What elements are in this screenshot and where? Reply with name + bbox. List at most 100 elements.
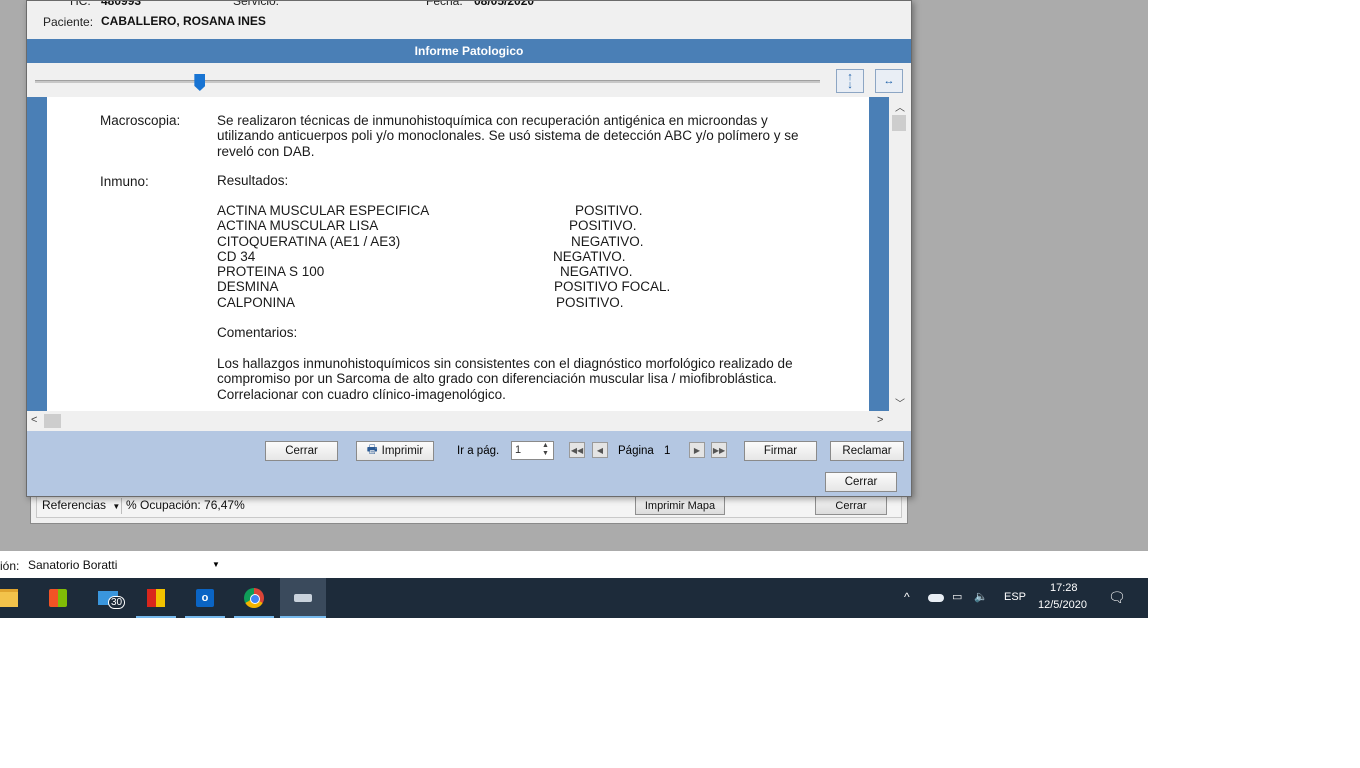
resultados-label: Resultados:: [217, 173, 289, 188]
horizontal-scroll-thumb[interactable]: [44, 414, 61, 428]
imprimir-button[interactable]: 🖶 Imprimir: [356, 441, 434, 461]
clock-date[interactable]: 12/5/2020: [1038, 599, 1087, 611]
comentarios-label: Comentarios:: [217, 325, 298, 340]
store-button[interactable]: [38, 578, 78, 618]
previous-page-button[interactable]: ◀: [592, 442, 608, 458]
fecha-label: Fecha:: [426, 0, 463, 8]
result-value: POSITIVO.: [575, 203, 643, 218]
fecha-value: 08/05/2020: [474, 0, 535, 8]
informe-patologico-dialog: HC: 480993 Servicio: Fecha: 08/05/2020 P…: [26, 0, 912, 497]
referencias-label: Referencias: [42, 498, 107, 512]
vertical-scrollbar[interactable]: ︿ ﹀: [889, 97, 911, 411]
active-app-button[interactable]: [280, 578, 326, 618]
page-number-stepper[interactable]: 1 ▲ ▼: [511, 441, 554, 460]
outlook-icon: o: [196, 589, 214, 607]
file-explorer-button[interactable]: [0, 578, 28, 618]
zoom-slider-thumb[interactable]: [194, 74, 206, 91]
comentarios-text: Los hallazgos inmunohistoquímicos sin co…: [217, 356, 793, 402]
onedrive-icon[interactable]: [928, 594, 944, 602]
inmuno-label: Inmuno:: [100, 174, 149, 189]
dialog-title: Informe Patologico: [414, 44, 524, 58]
first-page-icon: ◀◀: [570, 445, 584, 455]
dropdown-arrow-icon: ▼: [112, 502, 121, 511]
last-page-icon: ▶▶: [712, 445, 726, 455]
show-hidden-icons-icon[interactable]: ^: [904, 590, 910, 604]
app-icon: [147, 589, 165, 607]
hc-label: HC:: [70, 0, 91, 8]
cerrar-button[interactable]: Cerrar: [265, 441, 338, 461]
stepper-arrows-icon[interactable]: ▲ ▼: [542, 442, 549, 458]
result-marker: DESMINA: [217, 279, 279, 294]
vertical-scroll-thumb[interactable]: [892, 115, 906, 131]
location-value: Sanatorio Boratti: [28, 558, 118, 572]
store-icon: [49, 589, 67, 607]
fit-width-button[interactable]: ↔: [875, 69, 903, 93]
app-button[interactable]: [136, 578, 176, 618]
previous-page-icon: ◀: [596, 445, 604, 455]
fit-height-icon: ↑ ↓: [847, 71, 853, 91]
imprimir-label: Imprimir: [381, 445, 424, 457]
background-cerrar-button[interactable]: Cerrar: [815, 496, 887, 515]
firmar-button[interactable]: Firmar: [744, 441, 817, 461]
paciente-value: CABALLERO, ROSANA INES: [101, 14, 266, 28]
notifications-icon[interactable]: 🗨: [1108, 589, 1126, 606]
result-value: NEGATIVO.: [553, 249, 626, 264]
result-marker: CALPONINA: [217, 295, 296, 310]
last-page-button[interactable]: ▶▶: [711, 442, 727, 458]
macroscopia-label: Macroscopia:: [100, 113, 181, 128]
result-value: POSITIVO.: [569, 218, 637, 233]
outlook-button[interactable]: o: [185, 578, 225, 618]
active-app-icon: [294, 594, 312, 602]
location-label: ión:: [0, 559, 20, 573]
result-value: NEGATIVO.: [571, 234, 644, 249]
referencias-dropdown[interactable]: Referencias ▼: [42, 498, 120, 512]
dialog-action-bar: Cerrar 🖶 Imprimir Ir a pág. 1 ▲ ▼ ◀◀ ◀ Pá…: [27, 431, 911, 496]
clock-time[interactable]: 17:28: [1050, 582, 1078, 594]
ocupacion-text: % Ocupación: 76,47%: [126, 498, 245, 512]
taskbar: 30 o ^ ▭ 🔈 ESP 17:28 12/5/2020 🗨: [0, 578, 1148, 618]
location-select[interactable]: Sanatorio Boratti ▼: [24, 556, 224, 574]
dropdown-arrow-icon: ▼: [212, 560, 220, 569]
document-viewer: Macroscopia: Se realizaron técnicas de i…: [27, 97, 911, 411]
paciente-label: Paciente:: [43, 15, 94, 29]
fit-width-icon: ↔: [883, 75, 895, 87]
fit-height-button[interactable]: ↑ ↓: [836, 69, 864, 93]
report-page: Macroscopia: Se realizaron técnicas de i…: [47, 97, 869, 411]
mail-badge: 30: [108, 596, 126, 609]
chrome-button[interactable]: [234, 578, 274, 618]
result-marker: ACTINA MUSCULAR ESPECIFICA: [217, 203, 430, 218]
running-indicator: [185, 616, 225, 618]
ir-a-pag-label: Ir a pág.: [457, 445, 500, 457]
result-value: POSITIVO FOCAL.: [554, 279, 671, 294]
mail-button[interactable]: 30: [88, 578, 128, 618]
desktop-area: Referencias ▼ % Ocupación: 76,47% Imprim…: [0, 0, 1148, 618]
result-marker: CD 34: [217, 249, 256, 264]
result-marker: PROTEINA S 100: [217, 264, 325, 279]
scroll-left-icon[interactable]: <: [31, 414, 37, 426]
cerrar-dialog-button[interactable]: Cerrar: [825, 472, 897, 492]
page-number-input[interactable]: 1: [515, 444, 521, 456]
first-page-button[interactable]: ◀◀: [569, 442, 585, 458]
servicio-label: Servicio:: [233, 0, 280, 8]
scroll-right-icon[interactable]: >: [877, 414, 883, 426]
printer-icon: 🖶: [366, 443, 378, 456]
language-indicator[interactable]: ESP: [1004, 591, 1026, 603]
horizontal-scrollbar[interactable]: < >: [27, 411, 889, 431]
imprimir-mapa-button[interactable]: Imprimir Mapa: [635, 496, 725, 515]
file-explorer-icon: [0, 589, 18, 607]
result-value: POSITIVO.: [556, 295, 624, 310]
next-page-button[interactable]: ▶: [689, 442, 705, 458]
pagina-label: Página: [618, 445, 654, 457]
volume-icon[interactable]: 🔈: [974, 590, 988, 603]
network-icon[interactable]: ▭: [952, 590, 962, 603]
reclamar-button[interactable]: Reclamar: [830, 441, 904, 461]
background-status-bar: Referencias ▼ % Ocupación: 76,47% Imprim…: [36, 494, 902, 518]
dialog-title-bar: Informe Patologico: [27, 39, 911, 63]
scroll-up-icon[interactable]: ︿: [895, 99, 905, 114]
hc-value: 480993: [101, 0, 142, 8]
scroll-down-icon[interactable]: ﹀: [895, 395, 905, 410]
zoom-slider-track[interactable]: [35, 80, 820, 83]
zoom-toolbar: ↑ ↓ ↔: [27, 63, 911, 97]
macroscopia-text: Se realizaron técnicas de inmunohistoquí…: [217, 113, 799, 159]
running-indicator: [280, 616, 326, 618]
